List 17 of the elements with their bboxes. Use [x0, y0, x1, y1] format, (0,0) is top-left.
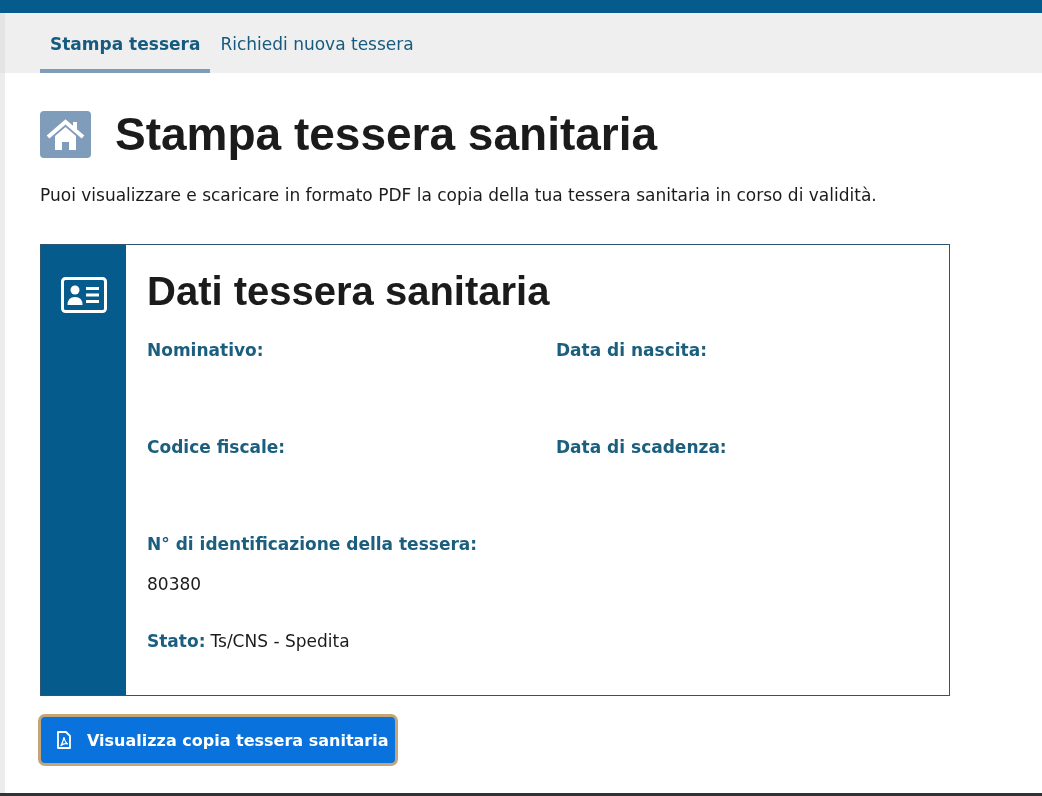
field-label: N° di identificazione della tessera:: [147, 533, 479, 556]
field-label: Data di nascita:: [556, 339, 708, 362]
page-title: Stampa tessera sanitaria: [115, 111, 658, 158]
status-value: Ts/CNS - Spedita: [210, 630, 350, 653]
home-icon: [40, 111, 91, 158]
card-title: Dati tessera sanitaria: [147, 270, 551, 312]
field-label: Data di scadenza:: [556, 436, 728, 459]
page-description: Puoi visualizzare e scaricare in formato PDF la copia della tua tessera sanitaria in corso di validità.: [40, 184, 878, 207]
field-label: Codice fiscale:: [147, 436, 287, 459]
status-label: Stato:: [147, 630, 206, 653]
tab[interactable]: Richiedi nuova tessera: [210, 13, 424, 73]
tab[interactable]: Stampa tessera: [40, 13, 211, 73]
field-label: Nominativo:: [147, 339, 265, 362]
id-card-icon: [61, 277, 107, 313]
view-copy-button[interactable]: Visualizza copia tessera sanitaria: [38, 714, 398, 766]
pdf-file-icon: [57, 731, 71, 749]
field-value: 80380: [147, 574, 202, 594]
